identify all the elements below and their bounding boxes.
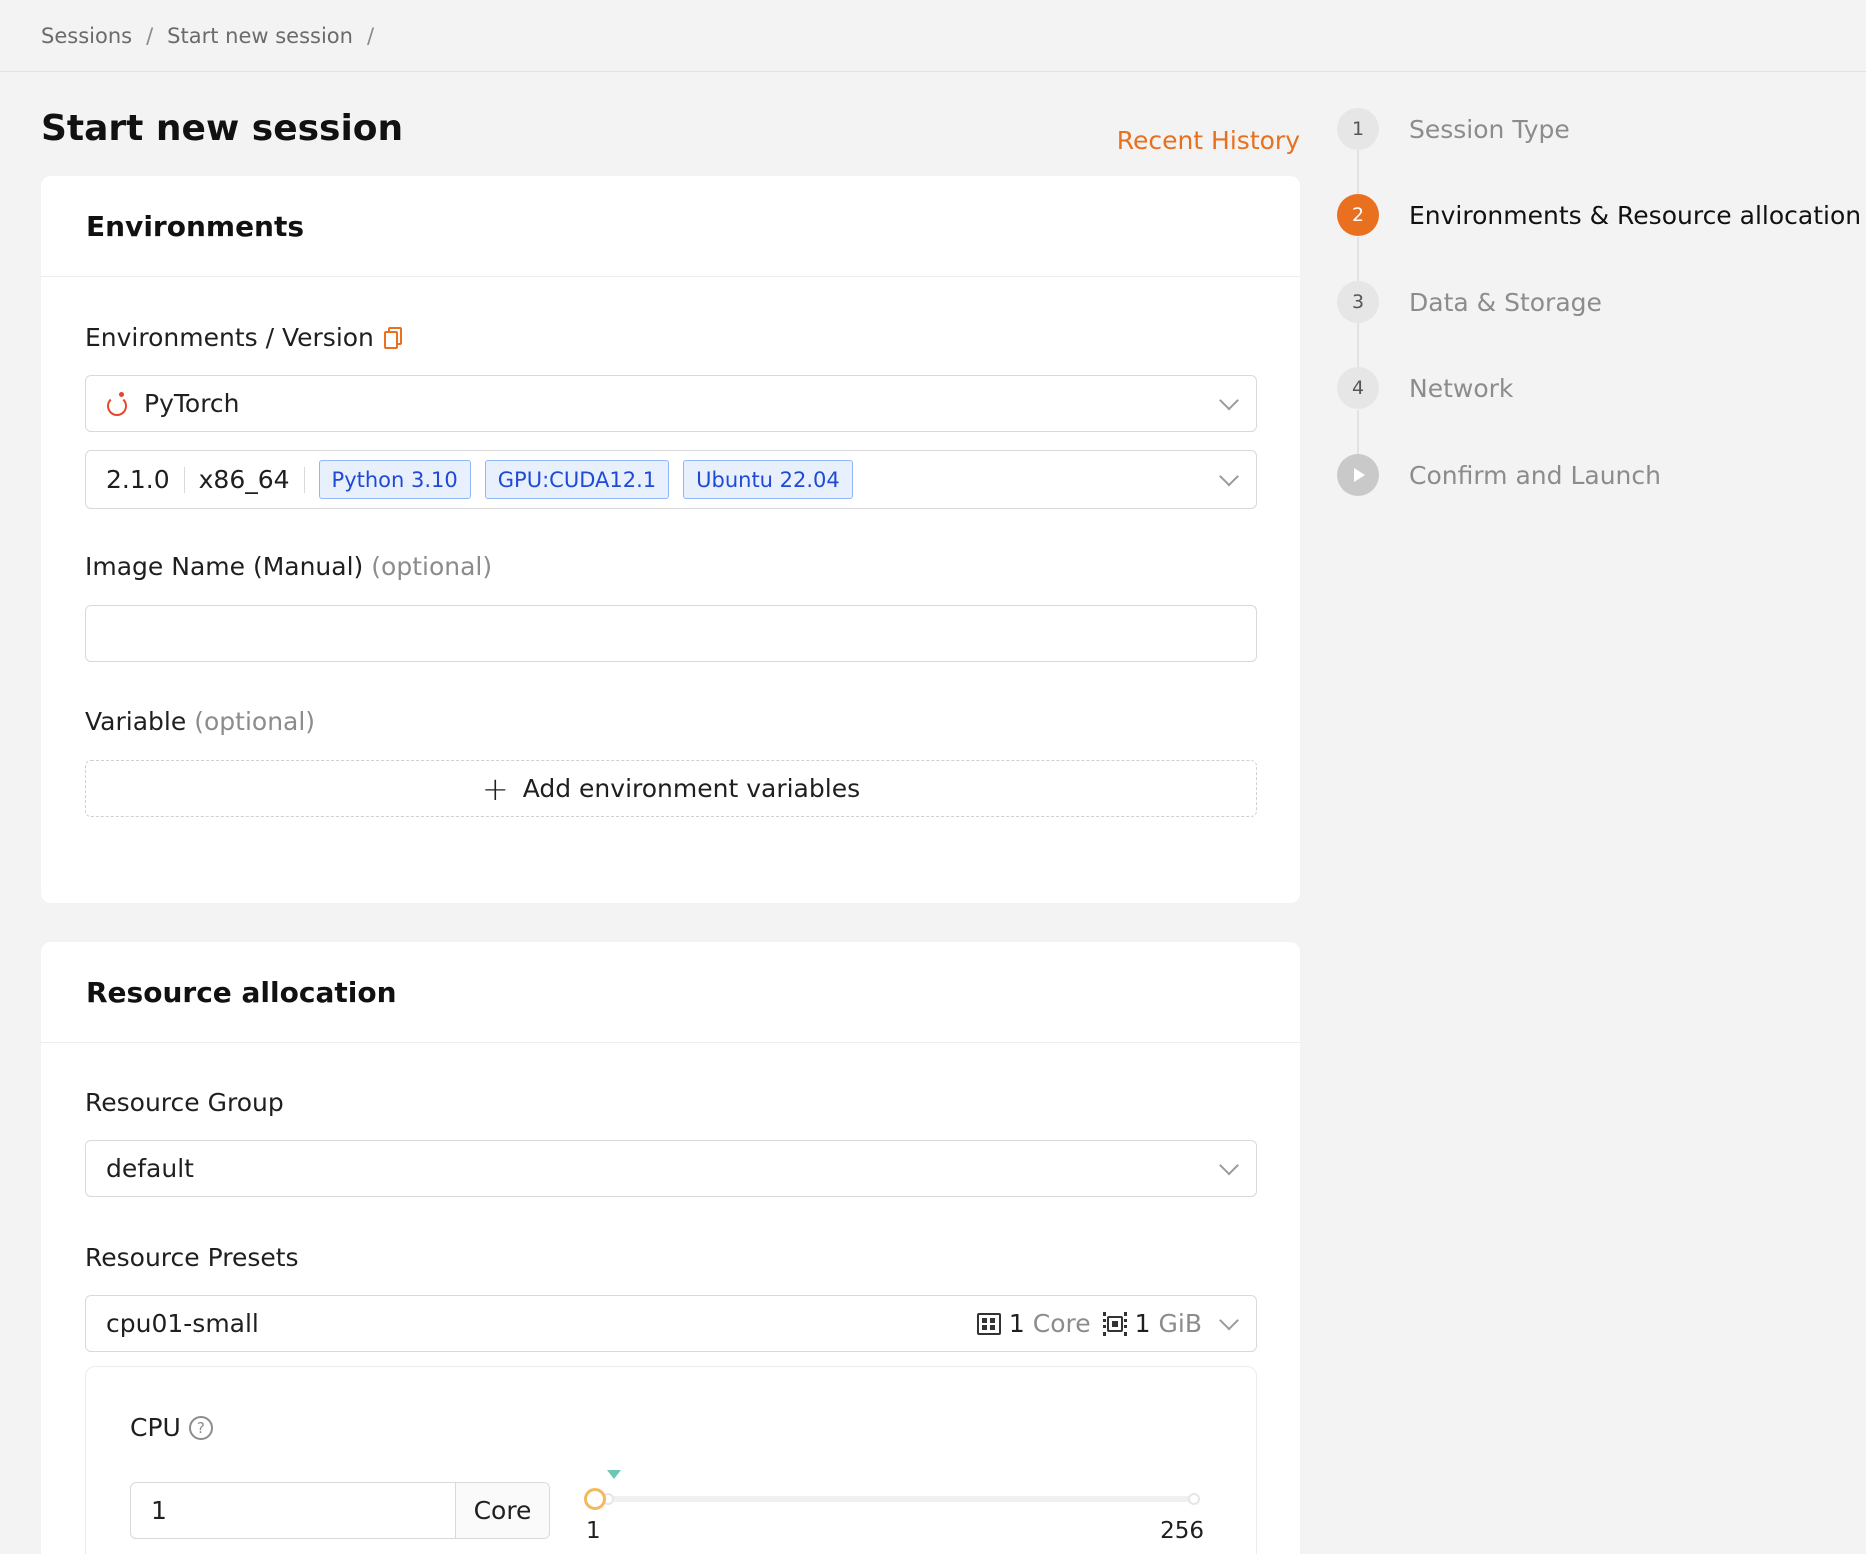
slider-max-label: 256: [1160, 1518, 1204, 1544]
breadcrumb: Sessions / Start new session /: [0, 0, 1866, 72]
slider-dot-max: [1188, 1493, 1200, 1505]
environment-select[interactable]: PyTorch: [85, 375, 1257, 432]
slider-marker: [607, 1470, 621, 1479]
cpu-icon: [976, 1312, 1001, 1335]
breadcrumb-start-new-session[interactable]: Start new session: [167, 24, 353, 48]
environments-card-title: Environments: [41, 176, 1300, 277]
tag-ubuntu: Ubuntu 22.04: [683, 460, 853, 499]
cpu-resource-panel: CPU ? 1 Core 1 256: [85, 1366, 1257, 1554]
step-connector: [1357, 237, 1359, 281]
step-network[interactable]: 4 Network: [1337, 367, 1513, 409]
step-confirm-launch[interactable]: Confirm and Launch: [1337, 454, 1661, 496]
chevron-down-icon: [1219, 390, 1239, 410]
variable-label: Variable (optional): [85, 707, 316, 736]
step-label: Network: [1409, 373, 1514, 403]
breadcrumb-sessions[interactable]: Sessions: [41, 24, 132, 48]
resource-presets-select[interactable]: cpu01-small 1 Core 1 GiB: [85, 1295, 1257, 1352]
chevron-down-icon: [1219, 1155, 1239, 1175]
step-number: 3: [1337, 281, 1379, 323]
slider-handle[interactable]: [584, 1488, 606, 1510]
add-env-variables-button[interactable]: + Add environment variables: [85, 760, 1257, 817]
slider-min-label: 1: [586, 1518, 601, 1544]
tag-gpu-cuda: GPU:CUDA12.1: [484, 460, 670, 499]
step-label: Data & Storage: [1409, 287, 1602, 317]
cpu-unit: Core: [455, 1483, 549, 1538]
step-label: Session Type: [1409, 114, 1570, 144]
resource-presets-label: Resource Presets: [85, 1243, 299, 1272]
cpu-value[interactable]: 1: [131, 1483, 455, 1538]
step-number: 4: [1337, 367, 1379, 409]
environment-value: PyTorch: [144, 389, 240, 418]
divider: [303, 466, 305, 493]
step-environments-resource[interactable]: 2 Environments & Resource allocation: [1337, 194, 1861, 236]
resource-allocation-card-title: Resource allocation: [41, 942, 1300, 1043]
tag-python: Python 3.10: [318, 460, 471, 499]
version-value: 2.1.0: [106, 465, 170, 494]
step-connector: [1357, 150, 1359, 194]
play-icon: [1337, 454, 1379, 496]
divider: [183, 466, 185, 493]
resource-preset-value: cpu01-small: [106, 1309, 259, 1338]
image-name-label: Image Name (Manual) (optional): [85, 552, 493, 581]
cpu-label: CPU ?: [130, 1413, 213, 1442]
arch-value: x86_64: [198, 465, 290, 494]
breadcrumb-separator: /: [366, 23, 375, 48]
cpu-number-input[interactable]: 1 Core: [130, 1482, 550, 1539]
step-label: Environments & Resource allocation: [1409, 200, 1862, 230]
step-number: 1: [1337, 108, 1379, 150]
step-label: Confirm and Launch: [1409, 460, 1661, 490]
pytorch-icon: [106, 391, 128, 416]
resource-group-select[interactable]: default: [85, 1140, 1257, 1197]
step-data-storage[interactable]: 3 Data & Storage: [1337, 281, 1602, 323]
cpu-slider[interactable]: 1 256: [584, 1470, 1204, 1546]
breadcrumb-separator: /: [146, 23, 154, 48]
resource-group-label: Resource Group: [85, 1088, 284, 1117]
step-number: 2: [1337, 194, 1379, 236]
step-session-type[interactable]: 1 Session Type: [1337, 108, 1570, 150]
slider-rail[interactable]: [594, 1496, 1194, 1502]
chevron-down-icon: [1219, 1310, 1239, 1330]
plus-icon: +: [481, 769, 509, 808]
version-select[interactable]: 2.1.0 x86_64 Python 3.10 GPU:CUDA12.1 Ub…: [85, 450, 1257, 509]
chevron-down-icon: [1219, 466, 1239, 486]
help-icon[interactable]: ?: [188, 1415, 213, 1440]
copy-icon[interactable]: [383, 326, 402, 349]
env-version-label: Environments / Version: [85, 323, 402, 352]
recent-history-link[interactable]: Recent History: [1117, 126, 1300, 155]
preset-summary: 1 Core 1 GiB: [976, 1296, 1202, 1351]
memory-chip-icon: [1102, 1311, 1127, 1336]
step-connector: [1357, 323, 1359, 367]
environments-card: Environments Environments / Version PyTo…: [41, 176, 1300, 903]
step-connector: [1357, 410, 1359, 454]
resource-group-value: default: [106, 1154, 194, 1183]
image-name-input[interactable]: [85, 605, 1257, 662]
page-title: Start new session: [41, 108, 404, 149]
